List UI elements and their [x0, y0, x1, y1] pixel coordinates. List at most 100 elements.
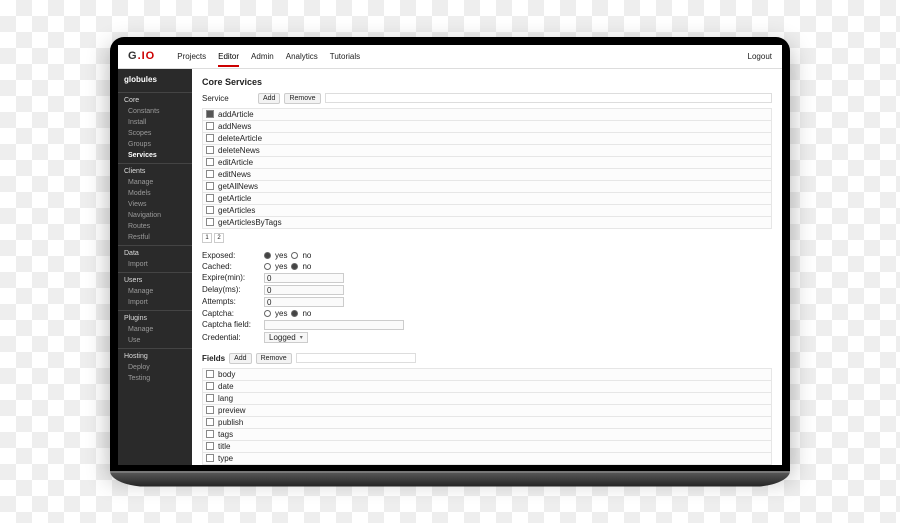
logout-link[interactable]: Logout: [748, 52, 772, 61]
field-checkbox[interactable]: [206, 382, 214, 390]
service-row[interactable]: deleteArticle: [202, 133, 772, 145]
sidebar: globules CoreConstantsInstallScopesGroup…: [118, 69, 192, 465]
sidebar-group-data: Data: [118, 245, 192, 259]
field-row[interactable]: preview: [202, 405, 772, 417]
service-row[interactable]: getArticles: [202, 205, 772, 217]
attempts-input[interactable]: 0: [264, 297, 344, 307]
service-name-input[interactable]: [325, 93, 772, 103]
service-remove-button[interactable]: Remove: [284, 93, 320, 104]
service-checkbox[interactable]: [206, 194, 214, 202]
sidebar-item-testing[interactable]: Testing: [118, 373, 192, 384]
field-checkbox[interactable]: [206, 418, 214, 426]
field-checkbox[interactable]: [206, 394, 214, 402]
delay-input[interactable]: 0: [264, 285, 344, 295]
captcha-yes-radio[interactable]: [264, 310, 271, 317]
tab-analytics[interactable]: Analytics: [286, 46, 318, 67]
expire-input[interactable]: 0: [264, 273, 344, 283]
service-checkbox[interactable]: [206, 218, 214, 226]
sidebar-item-use[interactable]: Use: [118, 335, 192, 346]
sidebar-item-restful[interactable]: Restful: [118, 232, 192, 243]
yes-text: yes: [275, 251, 287, 260]
credential-select[interactable]: Logged: [264, 332, 308, 343]
sidebar-item-import[interactable]: Import: [118, 259, 192, 270]
field-name: tags: [218, 430, 233, 439]
service-row[interactable]: editNews: [202, 169, 772, 181]
attempts-label: Attempts:: [202, 297, 260, 306]
field-list: bodydatelangpreviewpublishtagstitletypeu…: [202, 368, 772, 465]
field-checkbox[interactable]: [206, 430, 214, 438]
field-checkbox[interactable]: [206, 406, 214, 414]
service-checkbox[interactable]: [206, 134, 214, 142]
sidebar-item-manage[interactable]: Manage: [118, 286, 192, 297]
service-checkbox[interactable]: [206, 206, 214, 214]
pager: 12: [202, 233, 772, 243]
sidebar-item-views[interactable]: Views: [118, 199, 192, 210]
service-row[interactable]: addNews: [202, 121, 772, 133]
tab-projects[interactable]: Projects: [177, 46, 206, 67]
cached-yes-radio[interactable]: [264, 263, 271, 270]
sidebar-item-scopes[interactable]: Scopes: [118, 128, 192, 139]
delay-label: Delay(ms):: [202, 285, 260, 294]
captcha-field-input[interactable]: [264, 320, 404, 330]
sidebar-item-services[interactable]: Services: [118, 150, 192, 161]
sidebar-item-constants[interactable]: Constants: [118, 106, 192, 117]
pager-page[interactable]: 1: [202, 233, 212, 243]
service-checkbox[interactable]: [206, 170, 214, 178]
service-checkbox[interactable]: [206, 122, 214, 130]
tab-tutorials[interactable]: Tutorials: [330, 46, 360, 67]
exposed-no-radio[interactable]: [291, 252, 298, 259]
sidebar-item-manage[interactable]: Manage: [118, 177, 192, 188]
brand-io: .IO: [138, 50, 156, 62]
sidebar-item-import[interactable]: Import: [118, 297, 192, 308]
fields-add-button[interactable]: Add: [229, 353, 251, 364]
main-panel: Core Services Service Add Remove addArti…: [192, 69, 782, 465]
field-row[interactable]: tags: [202, 429, 772, 441]
service-row[interactable]: deleteNews: [202, 145, 772, 157]
laptop-mockup: G.IO ProjectsEditorAdminAnalyticsTutoria…: [110, 37, 790, 487]
screen: G.IO ProjectsEditorAdminAnalyticsTutoria…: [118, 45, 782, 465]
sidebar-item-navigation[interactable]: Navigation: [118, 210, 192, 221]
service-row[interactable]: editArticle: [202, 157, 772, 169]
sidebar-item-routes[interactable]: Routes: [118, 221, 192, 232]
field-row[interactable]: lang: [202, 393, 772, 405]
service-row[interactable]: getArticle: [202, 193, 772, 205]
service-row[interactable]: getAllNews: [202, 181, 772, 193]
fields-section: Fields Add Remove body datelang previewpub…: [202, 353, 772, 465]
service-name: getArticles: [218, 206, 255, 215]
service-name: deleteArticle: [218, 134, 262, 143]
pager-page[interactable]: 2: [214, 233, 224, 243]
exposed-yes-radio[interactable]: [264, 252, 271, 259]
fields-remove-button[interactable]: Remove: [256, 353, 292, 364]
field-name: body: [218, 370, 235, 379]
field-row[interactable]: publish: [202, 417, 772, 429]
field-row[interactable]: type: [202, 453, 772, 465]
service-checkbox[interactable]: [206, 146, 214, 154]
service-label: Service: [202, 94, 254, 103]
sidebar-item-install[interactable]: Install: [118, 117, 192, 128]
service-checkbox[interactable]: [206, 182, 214, 190]
field-row[interactable]: date: [202, 381, 772, 393]
field-row[interactable]: title: [202, 441, 772, 453]
sidebar-group-hosting: Hosting: [118, 348, 192, 362]
service-row[interactable]: getArticlesByTags: [202, 217, 772, 229]
field-row[interactable]: body: [202, 368, 772, 381]
tab-admin[interactable]: Admin: [251, 46, 274, 67]
field-checkbox[interactable]: [206, 442, 214, 450]
sidebar-item-deploy[interactable]: Deploy: [118, 362, 192, 373]
fields-name-input[interactable]: [296, 353, 416, 363]
field-checkbox[interactable]: [206, 454, 214, 462]
sidebar-item-manage[interactable]: Manage: [118, 324, 192, 335]
service-row[interactable]: addArticle: [202, 108, 772, 121]
no-text: no: [302, 309, 311, 318]
sidebar-item-models[interactable]: Models: [118, 188, 192, 199]
field-name: lang: [218, 394, 233, 403]
service-checkbox[interactable]: [206, 158, 214, 166]
cached-no-radio[interactable]: [291, 263, 298, 270]
service-add-button[interactable]: Add: [258, 93, 280, 104]
captcha-no-radio[interactable]: [291, 310, 298, 317]
field-checkbox[interactable]: [206, 370, 214, 378]
sidebar-item-groups[interactable]: Groups: [118, 139, 192, 150]
service-checkbox[interactable]: [206, 110, 214, 118]
fields-label: Fields: [202, 354, 225, 363]
tab-editor[interactable]: Editor: [218, 46, 239, 67]
